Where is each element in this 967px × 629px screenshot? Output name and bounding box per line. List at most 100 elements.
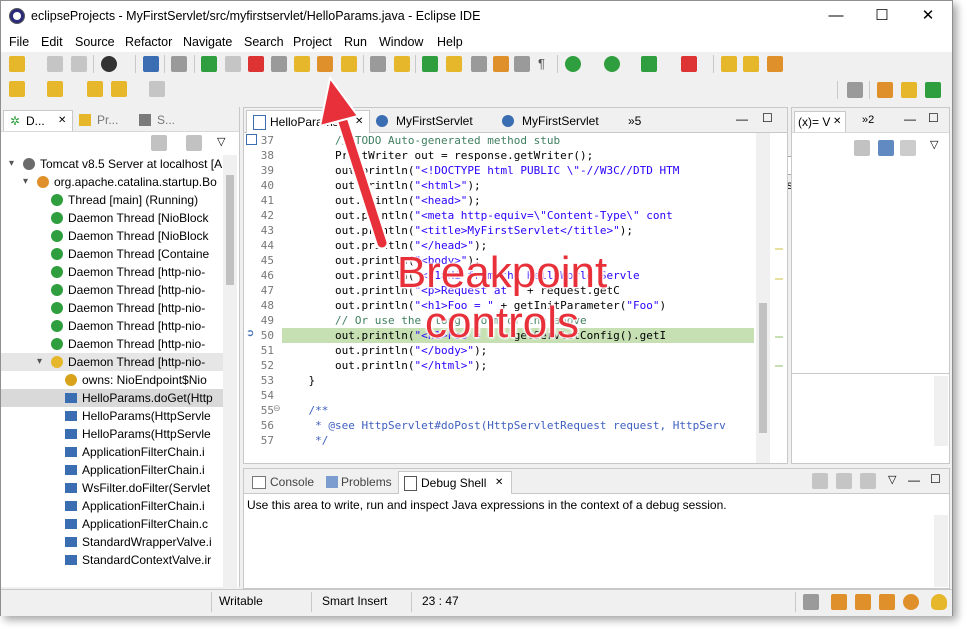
maximize-editor-icon[interactable]: ☐ — [762, 111, 773, 125]
tree-toggle-icon[interactable]: ▾ — [9, 155, 14, 173]
menu-window[interactable]: Window — [379, 35, 423, 49]
new-java-project-icon[interactable] — [721, 56, 737, 72]
code-line[interactable]: out.println("</html>"); — [282, 358, 487, 373]
code-line[interactable]: out.println("<!DOCTYPE html PUBLIC \"-//… — [282, 163, 679, 178]
new-icon[interactable] — [9, 56, 25, 72]
step-over-icon[interactable] — [317, 56, 333, 72]
show-whitespace-icon[interactable]: ¶ — [538, 56, 554, 72]
code-line[interactable]: out.println("<title>MyFirstServlet</titl… — [282, 223, 633, 238]
tree-row[interactable]: Daemon Thread [http-nio- — [1, 335, 223, 353]
bookmark-icon[interactable] — [831, 594, 847, 610]
suspend-icon[interactable] — [225, 56, 241, 72]
collapse-all-icon[interactable] — [151, 135, 167, 151]
tab-myfirstservlet-2[interactable]: MyFirstServlet — [500, 110, 618, 132]
menu-edit[interactable]: Edit — [41, 35, 63, 49]
tab-debug[interactable]: ✲ D... ✕ — [3, 110, 73, 131]
code-line[interactable]: out.println("<meta http-equiv=\"Content-… — [282, 208, 673, 223]
forward-icon[interactable] — [149, 81, 165, 97]
help-icon[interactable] — [903, 594, 919, 610]
tab-project-explorer[interactable]: Pr... — [75, 110, 135, 130]
left-pane-scrollbar[interactable] — [223, 155, 237, 587]
maximize-view-icon[interactable]: ☐ — [930, 472, 941, 486]
code-line[interactable]: /** — [282, 403, 329, 418]
maximize-view-icon[interactable]: ☐ — [928, 111, 939, 125]
code-line[interactable]: PrintWriter out = response.getWriter(); — [282, 148, 593, 163]
execute-icon[interactable] — [860, 473, 876, 489]
tree-row[interactable]: ApplicationFilterChain.i — [1, 497, 223, 515]
view-menu-chevron-icon[interactable]: ▽ — [217, 135, 225, 148]
launch-icon[interactable] — [767, 56, 783, 72]
tree-row[interactable]: Daemon Thread [http-nio- — [1, 281, 223, 299]
highlight-icon[interactable] — [446, 56, 462, 72]
external-tools-icon[interactable] — [681, 56, 697, 72]
skip-breakpoints-icon[interactable] — [171, 56, 187, 72]
tree-row[interactable]: HelloParams.doGet(Http — [1, 389, 223, 407]
next-edit-icon[interactable] — [9, 81, 25, 97]
maximize-button[interactable]: ☐ — [859, 1, 905, 31]
show-logical-structure-icon[interactable] — [878, 140, 894, 156]
code-line[interactable]: // TODO Auto-generated method stub — [282, 133, 560, 148]
debug-view-menu-icon[interactable] — [186, 135, 202, 151]
tree-row[interactable]: StandardContextValve.ir — [1, 551, 223, 569]
forward-history-icon[interactable] — [87, 81, 103, 97]
tree-row[interactable]: Daemon Thread [Containe — [1, 245, 223, 263]
menu-refactor[interactable]: Refactor — [125, 35, 172, 49]
step-return-icon[interactable] — [341, 56, 357, 72]
tree-row[interactable]: Daemon Thread [NioBlock — [1, 227, 223, 245]
menu-project[interactable]: Project — [293, 35, 332, 49]
terminate-icon[interactable] — [248, 56, 264, 72]
tree-row[interactable]: ApplicationFilterChain.c — [1, 515, 223, 533]
menu-help[interactable]: Help — [437, 35, 463, 49]
fold-icon[interactable]: ⊖ — [273, 403, 281, 414]
debug-run-icon[interactable] — [565, 56, 581, 72]
close-icon[interactable]: ✕ — [355, 111, 363, 133]
step-into-icon[interactable] — [294, 56, 310, 72]
toggle-mark-icon[interactable] — [471, 56, 487, 72]
code-line[interactable]: } — [282, 373, 315, 388]
tree-toggle-icon[interactable]: ▾ — [23, 173, 28, 191]
disconnect-icon[interactable] — [271, 56, 287, 72]
view-menu-chevron-icon[interactable]: ▽ — [930, 138, 938, 151]
open-perspective-icon[interactable] — [847, 82, 863, 98]
minimize-button[interactable]: — — [813, 1, 859, 31]
tree-row[interactable]: Daemon Thread [http-nio- — [1, 299, 223, 317]
use-step-filters-icon[interactable] — [394, 56, 410, 72]
save-icon[interactable] — [47, 56, 63, 72]
close-icon[interactable]: ✕ — [833, 112, 841, 132]
minimize-editor-icon[interactable]: — — [736, 112, 748, 126]
tree-row[interactable]: ▾ Tomcat v8.5 Server at localhost [A — [1, 155, 223, 173]
tree-toggle-icon[interactable]: ▾ — [37, 353, 42, 371]
last-edit-icon[interactable] — [47, 81, 63, 97]
collapse-all-icon[interactable] — [900, 140, 916, 156]
tab-console[interactable]: Console — [248, 471, 322, 493]
tree-row[interactable]: owns: NioEndpoint$Nio — [1, 371, 223, 389]
tree-row[interactable]: Daemon Thread [http-nio- — [1, 317, 223, 335]
open-type-icon[interactable] — [422, 56, 438, 72]
user-icon[interactable] — [101, 56, 117, 72]
minimize-view-icon[interactable]: — — [904, 112, 916, 126]
menu-run[interactable]: Run — [344, 35, 367, 49]
tree-row[interactable]: ApplicationFilterChain.i — [1, 461, 223, 479]
back-icon[interactable] — [111, 81, 127, 97]
editor-scrollbar[interactable] — [756, 133, 770, 463]
tree-row[interactable]: ▾ org.apache.catalina.startup.Bo — [1, 173, 223, 191]
code-line[interactable]: out.println("<head>"); — [282, 193, 481, 208]
menu-file[interactable]: File — [9, 35, 29, 49]
java-perspective-icon[interactable] — [901, 82, 917, 98]
tab-debug-shell[interactable]: Debug Shell ✕ — [398, 471, 512, 494]
close-button[interactable]: ✕ — [905, 1, 951, 31]
graduation-cap-icon[interactable] — [855, 594, 871, 610]
tree-row[interactable]: StandardWrapperValve.i — [1, 533, 223, 551]
tab-variables[interactable]: (x)= V ✕ — [794, 111, 846, 132]
drop-to-frame-icon[interactable] — [370, 56, 386, 72]
tree-row[interactable]: ▾ Daemon Thread [http-nio- — [1, 353, 223, 371]
tab-servers[interactable]: S... — [135, 110, 195, 130]
close-icon[interactable]: ✕ — [495, 472, 503, 494]
variables-scrollbar[interactable] — [934, 376, 948, 446]
code-line[interactable]: out.println("<html>"); — [282, 178, 481, 193]
code-line[interactable]: */ — [282, 433, 328, 448]
tab-helloparams[interactable]: HelloParams.... ✕ — [246, 110, 370, 133]
block-selection-icon[interactable] — [514, 56, 530, 72]
tab-overflow[interactable]: »5 — [628, 110, 652, 132]
close-icon[interactable]: ✕ — [58, 111, 66, 131]
